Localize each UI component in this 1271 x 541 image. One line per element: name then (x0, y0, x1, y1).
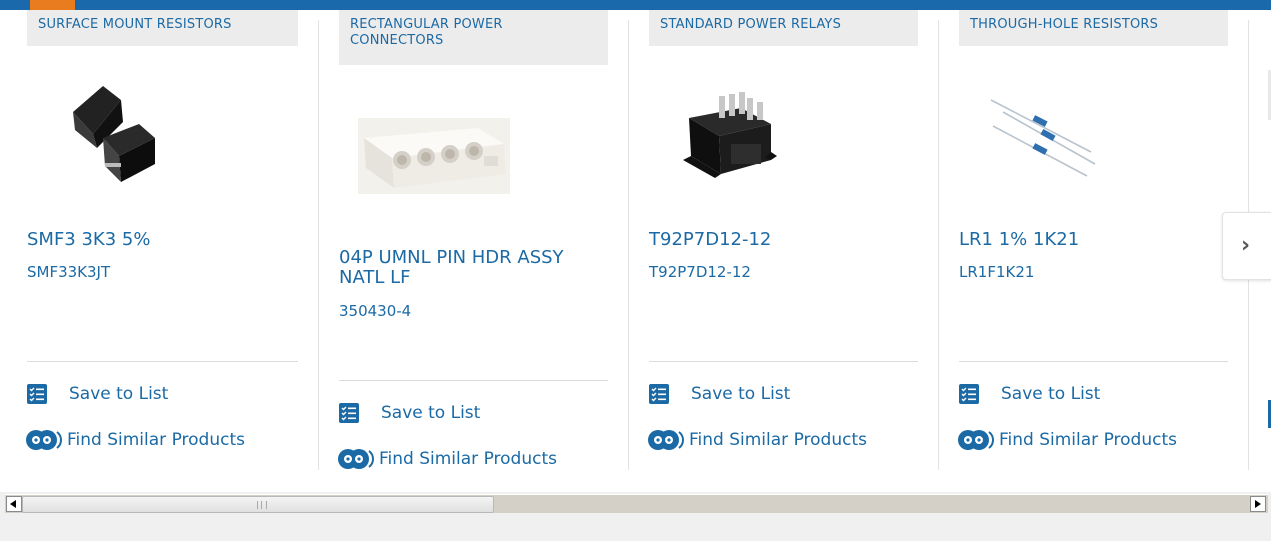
column-divider (938, 20, 939, 470)
top-brand-bar (0, 0, 1271, 10)
product-card: SURFACE MOUNT RESISTORS SMF3 3K3 5% SMF3… (26, 10, 299, 470)
column-divider (628, 20, 629, 470)
save-to-list-button[interactable]: Save to List (27, 384, 168, 404)
find-similar-label: Find Similar Products (689, 430, 867, 450)
scrollbar-thumb[interactable] (22, 496, 494, 513)
checklist-icon (649, 384, 669, 404)
category-label[interactable]: SURFACE MOUNT RESISTORS (27, 10, 298, 46)
carousel-next-button[interactable]: › (1222, 212, 1271, 280)
column-divider (318, 20, 319, 470)
card-divider (27, 361, 298, 362)
category-label[interactable]: STANDARD POWER RELAYS (649, 10, 918, 46)
gears-icon (26, 430, 62, 450)
product-name-link[interactable]: T92P7D12-12 (649, 230, 918, 250)
category-label[interactable]: RECTANGULAR POWER CONNECTORS (339, 10, 608, 65)
save-to-list-label: Save to List (381, 403, 481, 423)
find-similar-label: Find Similar Products (999, 430, 1177, 450)
category-label[interactable]: THROUGH-HOLE RESISTORS (959, 10, 1228, 46)
checklist-icon (27, 384, 47, 404)
part-number-link[interactable]: SMF33K3JT (27, 263, 110, 281)
product-image[interactable] (679, 78, 779, 188)
card-divider (959, 361, 1228, 362)
part-number-link[interactable]: LR1F1K21 (959, 263, 1034, 281)
checklist-icon (959, 384, 979, 404)
grip-icon (257, 501, 267, 509)
product-image[interactable] (67, 78, 177, 188)
checklist-icon (339, 403, 359, 423)
arrow-right-icon (1255, 500, 1261, 508)
find-similar-button[interactable]: Find Similar Products (958, 427, 1177, 453)
find-similar-label: Find Similar Products (67, 430, 245, 450)
product-name-link[interactable]: 04P UMNL PIN HDR ASSY NATL LF (339, 248, 608, 288)
product-card: STANDARD POWER RELAYS T92P7D12-12 T92P7D… (648, 10, 918, 470)
active-indicator (30, 0, 75, 10)
product-carousel: SURFACE MOUNT RESISTORS SMF3 3K3 5% SMF3… (0, 0, 1271, 492)
find-similar-button[interactable]: Find Similar Products (648, 427, 867, 453)
part-number-link[interactable]: T92P7D12-12 (649, 263, 751, 281)
find-similar-button[interactable]: Find Similar Products (338, 446, 557, 472)
scroll-right-button[interactable] (1250, 496, 1266, 512)
save-to-list-button[interactable]: Save to List (339, 403, 480, 423)
gears-icon (648, 430, 684, 450)
product-image[interactable] (989, 90, 1099, 180)
part-number-link[interactable]: 350430-4 (339, 302, 411, 320)
gears-icon (338, 449, 374, 469)
product-name-link[interactable]: LR1 1% 1K21 (959, 230, 1228, 250)
arrow-left-icon (10, 500, 16, 508)
product-card: RECTANGULAR POWER CONNECTORS 04P UMNL PI… (338, 10, 608, 490)
save-to-list-label: Save to List (1001, 384, 1101, 404)
product-image[interactable] (358, 118, 510, 194)
save-to-list-label: Save to List (69, 384, 169, 404)
card-divider (649, 361, 918, 362)
find-similar-button[interactable]: Find Similar Products (26, 427, 245, 453)
gears-icon (958, 430, 994, 450)
product-name-link[interactable]: SMF3 3K3 5% (27, 230, 299, 250)
save-to-list-label: Save to List (691, 384, 791, 404)
save-to-list-button[interactable]: Save to List (959, 384, 1100, 404)
card-divider (339, 380, 608, 381)
product-card: THROUGH-HOLE RESISTORS LR1 1% 1K21 LR1F1… (958, 10, 1228, 470)
horizontal-scrollbar[interactable] (5, 494, 1268, 513)
chevron-right-icon: › (1241, 233, 1251, 258)
save-to-list-button[interactable]: Save to List (649, 384, 790, 404)
scroll-left-button[interactable] (6, 496, 22, 512)
find-similar-label: Find Similar Products (379, 449, 557, 469)
